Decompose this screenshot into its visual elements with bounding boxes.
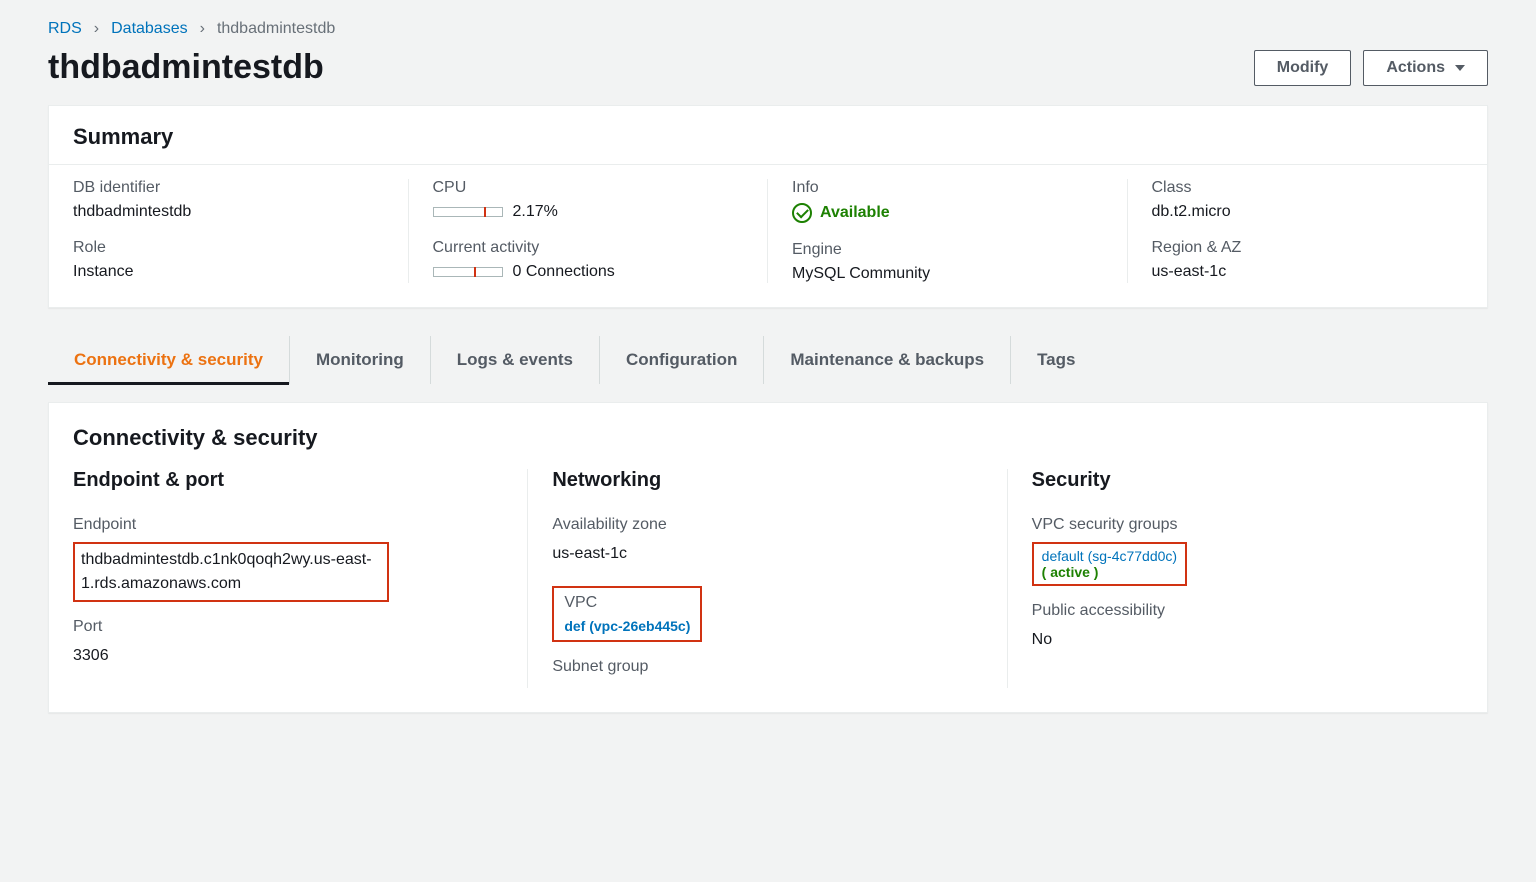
sg-highlight: default (sg-4c77dd0c) ( active ): [1032, 542, 1187, 586]
port-value: 3306: [73, 644, 503, 668]
tabs: Connectivity & security Monitoring Logs …: [48, 336, 1488, 384]
region-az-label: Region & AZ: [1152, 239, 1464, 257]
current-activity-value: 0 Connections: [513, 263, 615, 281]
page-title: thdbadmintestdb: [48, 48, 324, 87]
port-label: Port: [73, 618, 503, 636]
breadcrumb-parent[interactable]: Databases: [111, 20, 188, 38]
connectivity-panel: Connectivity & security Endpoint & port …: [48, 402, 1488, 713]
check-circle-icon: [792, 203, 812, 223]
info-value: Available: [820, 204, 890, 222]
security-title: Security: [1032, 469, 1463, 492]
db-identifier-value: thdbadmintestdb: [73, 203, 384, 221]
vpc-highlight: VPC def (vpc-26eb445c): [552, 586, 702, 642]
endpoint-highlight: thdbadmintestdb.c1nk0qoqh2wy.us-east-1.r…: [73, 542, 389, 602]
public-accessibility-label: Public accessibility: [1032, 602, 1463, 620]
endpoint-label: Endpoint: [73, 516, 503, 534]
tab-configuration[interactable]: Configuration: [600, 336, 764, 384]
role-label: Role: [73, 239, 384, 257]
activity-meter: [433, 267, 503, 277]
info-label: Info: [792, 179, 1103, 197]
az-label: Availability zone: [552, 516, 982, 534]
cpu-value: 2.17%: [513, 203, 558, 221]
class-value: db.t2.micro: [1152, 203, 1464, 221]
region-az-value: us-east-1c: [1152, 263, 1464, 281]
tab-tags[interactable]: Tags: [1011, 336, 1101, 384]
actions-dropdown[interactable]: Actions: [1363, 50, 1488, 86]
tab-logs-events[interactable]: Logs & events: [431, 336, 600, 384]
sg-status: ( active ): [1042, 564, 1099, 580]
tab-monitoring[interactable]: Monitoring: [290, 336, 431, 384]
az-value: us-east-1c: [552, 542, 982, 566]
modify-button[interactable]: Modify: [1254, 50, 1352, 86]
header-actions: Modify Actions: [1254, 50, 1488, 86]
engine-label: Engine: [792, 241, 1103, 259]
engine-value: MySQL Community: [792, 265, 1103, 283]
vpc-label: VPC: [564, 594, 690, 612]
role-value: Instance: [73, 263, 384, 281]
db-identifier-label: DB identifier: [73, 179, 384, 197]
summary-title: Summary: [49, 106, 1487, 165]
actions-label: Actions: [1386, 59, 1445, 77]
networking-title: Networking: [552, 469, 982, 492]
breadcrumb-current: thdbadmintestdb: [217, 20, 335, 38]
public-accessibility-value: No: [1032, 628, 1463, 652]
chevron-right-icon: ›: [94, 20, 99, 38]
sg-link[interactable]: default (sg-4c77dd0c): [1042, 548, 1177, 564]
breadcrumb-root[interactable]: RDS: [48, 20, 82, 38]
tab-connectivity-security[interactable]: Connectivity & security: [48, 336, 290, 384]
endpoint-value: thdbadmintestdb.c1nk0qoqh2wy.us-east-1.r…: [81, 548, 381, 596]
current-activity-label: Current activity: [433, 239, 744, 257]
endpoint-port-title: Endpoint & port: [73, 469, 503, 492]
breadcrumb: RDS › Databases › thdbadmintestdb: [48, 20, 1488, 38]
connectivity-title: Connectivity & security: [49, 403, 1487, 469]
subnet-group-label: Subnet group: [552, 658, 982, 676]
tab-maintenance-backups[interactable]: Maintenance & backups: [764, 336, 1011, 384]
cpu-label: CPU: [433, 179, 744, 197]
cpu-meter: [433, 207, 503, 217]
summary-panel: Summary DB identifier thdbadmintestdb Ro…: [48, 105, 1488, 308]
chevron-right-icon: ›: [200, 20, 205, 38]
sg-label: VPC security groups: [1032, 516, 1463, 534]
class-label: Class: [1152, 179, 1464, 197]
caret-down-icon: [1455, 65, 1465, 71]
vpc-link[interactable]: def (vpc-26eb445c): [564, 618, 690, 634]
